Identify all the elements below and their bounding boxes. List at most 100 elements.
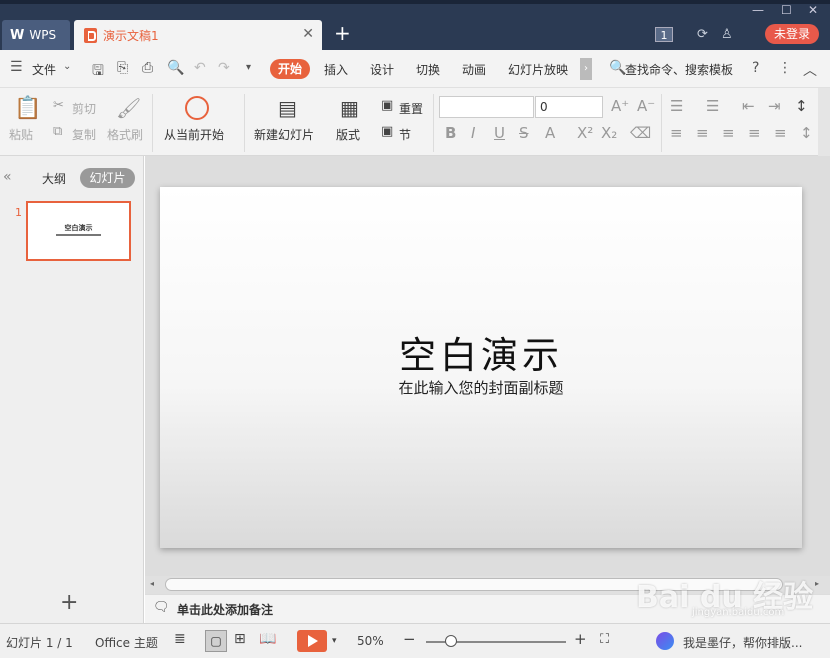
slide-thumbnail[interactable]: 空白演示 [26, 201, 131, 261]
numbered-list-icon[interactable]: ☰ [706, 97, 719, 115]
align-right-icon[interactable]: ≡ [722, 124, 735, 142]
wps-home-tab[interactable]: W WPS [2, 20, 70, 50]
normal-view-icon[interactable]: ▢ [205, 630, 227, 652]
tab-slideshow[interactable]: 幻灯片放映 [508, 61, 568, 78]
notes-toggle-icon[interactable]: ≣ [174, 631, 186, 647]
bullet-list-icon[interactable]: ☰ [670, 97, 683, 115]
tab-insert[interactable]: 插入 [324, 61, 348, 78]
cut-icon[interactable]: ✂ [53, 98, 64, 113]
customize-toolbar-icon[interactable]: ▾ [246, 62, 251, 73]
layout-button[interactable]: 版式 [336, 126, 360, 143]
export-icon[interactable]: ⎘ [117, 60, 128, 76]
login-button[interactable]: 未登录 [765, 24, 819, 44]
scroll-left-icon[interactable]: ◂ [150, 579, 154, 588]
maximize-icon[interactable]: ☐ [781, 3, 792, 17]
command-search[interactable]: 查找命令、搜索模板 [625, 61, 733, 78]
help-icon[interactable]: ? [752, 60, 759, 76]
paste-icon[interactable]: 📋 [14, 96, 41, 121]
collapse-panel-icon[interactable]: « [3, 169, 12, 185]
tab-home[interactable]: 开始 [270, 59, 310, 79]
theme-name[interactable]: Office 主题 [95, 634, 158, 651]
slide-subtitle[interactable]: 在此输入您的封面副标题 [160, 377, 802, 398]
new-tab-button[interactable]: + [334, 22, 351, 44]
font-size-input[interactable]: 0 [535, 96, 603, 118]
scroll-right-icon[interactable]: ▸ [815, 579, 819, 588]
slideshow-play-button[interactable] [297, 630, 327, 652]
search-icon[interactable]: 🔍 [609, 60, 626, 76]
tab-outline[interactable]: 大纲 [42, 170, 66, 187]
align-center-icon[interactable]: ≡ [696, 124, 709, 142]
decrease-font-icon[interactable]: A⁻ [637, 97, 655, 115]
fit-window-icon[interactable]: ⛶ [600, 632, 609, 647]
paragraph-spacing-icon[interactable]: ↕ [800, 124, 813, 142]
close-window-icon[interactable]: ✕ [808, 3, 818, 17]
close-tab-icon[interactable]: ✕ [302, 26, 314, 42]
play-from-current-icon[interactable] [185, 96, 209, 120]
increase-font-icon[interactable]: A⁺ [611, 97, 629, 115]
subscript-icon[interactable]: X₂ [601, 124, 617, 142]
bold-icon[interactable]: B [445, 124, 456, 142]
collapse-ribbon-icon[interactable]: ︿ [803, 60, 817, 80]
reset-icon[interactable]: ▣ [381, 98, 393, 113]
window-count-badge[interactable]: 1 [655, 27, 673, 42]
increase-indent-icon[interactable]: ⇥ [768, 97, 781, 115]
file-menu[interactable]: 文件 [32, 61, 56, 78]
strikethrough-icon[interactable]: S [519, 124, 529, 142]
slide-title[interactable]: 空白演示 [160, 325, 802, 379]
slide-sorter-icon[interactable]: ⊞ [234, 631, 246, 647]
decrease-indent-icon[interactable]: ⇤ [742, 97, 755, 115]
reset-button[interactable]: 重置 [399, 100, 423, 117]
section-icon[interactable]: ▣ [381, 124, 393, 139]
more-tabs-icon[interactable]: › [580, 58, 592, 80]
zoom-level[interactable]: 50% [357, 634, 384, 648]
section-button[interactable]: 节 [399, 126, 411, 143]
underline-icon[interactable]: U [494, 124, 505, 142]
copy-button[interactable]: 复制 [72, 126, 96, 143]
new-slide-button[interactable]: 新建幻灯片 [254, 126, 314, 143]
redo-icon[interactable]: ↷ [218, 60, 230, 76]
hamburger-icon[interactable]: ☰ [10, 59, 23, 75]
format-painter-icon[interactable]: 🖌 [116, 96, 141, 120]
font-name-input[interactable] [439, 96, 534, 118]
layout-icon[interactable]: ▦ [340, 96, 359, 120]
zoom-slider-handle[interactable] [445, 635, 458, 647]
save-icon[interactable]: 🖫 [92, 60, 104, 84]
assistant-prompt[interactable]: 我是墨仔，帮你排版... [683, 634, 802, 651]
cut-button[interactable]: 剪切 [72, 100, 96, 117]
clear-format-icon[interactable]: ⌫ [630, 124, 651, 142]
document-tab[interactable]: 演示文稿1 ✕ [74, 20, 322, 50]
notes-placeholder[interactable]: 单击此处添加备注 [177, 601, 273, 618]
undo-icon[interactable]: ↶ [194, 60, 206, 76]
paste-button[interactable]: 粘贴 [9, 126, 33, 143]
assistant-icon[interactable] [656, 632, 674, 650]
tab-design[interactable]: 设计 [370, 61, 394, 78]
add-slide-button[interactable]: + [60, 590, 78, 615]
copy-icon[interactable]: ⧉ [53, 124, 62, 139]
reading-view-icon[interactable]: 📖 [259, 631, 276, 647]
line-spacing-icon[interactable]: ↕ [795, 97, 808, 115]
print-icon[interactable]: ⎙ [142, 60, 153, 76]
tab-animation[interactable]: 动画 [462, 61, 486, 78]
sync-icon[interactable]: ⟳ [697, 27, 708, 42]
zoom-in-icon[interactable]: + [574, 630, 587, 648]
from-current-button[interactable]: 从当前开始 [164, 126, 224, 143]
align-left-icon[interactable]: ≡ [670, 124, 683, 142]
zoom-out-icon[interactable]: − [403, 630, 416, 648]
font-color-icon[interactable]: A [545, 124, 555, 142]
slide-canvas[interactable]: 空白演示 在此输入您的封面副标题 [160, 187, 802, 548]
justify-icon[interactable]: ≡ [748, 124, 761, 142]
italic-icon[interactable]: I [471, 124, 475, 142]
format-painter-button[interactable]: 格式刷 [107, 126, 143, 143]
skin-icon[interactable]: ♙ [721, 27, 733, 42]
tab-slides[interactable]: 幻灯片 [80, 168, 135, 188]
more-options-icon[interactable]: ⋮ [778, 60, 792, 76]
superscript-icon[interactable]: X² [577, 124, 593, 142]
distribute-icon[interactable]: ≡ [774, 124, 787, 142]
minimize-icon[interactable]: — [752, 3, 764, 17]
new-slide-icon[interactable]: ▤ [278, 96, 297, 120]
chevron-down-icon[interactable]: ⌄ [63, 61, 71, 72]
tab-transition[interactable]: 切换 [416, 61, 440, 78]
play-options-icon[interactable]: ▾ [332, 636, 337, 646]
print-preview-icon[interactable]: 🔍 [167, 60, 184, 76]
ribbon-scrollbar[interactable] [818, 88, 830, 158]
